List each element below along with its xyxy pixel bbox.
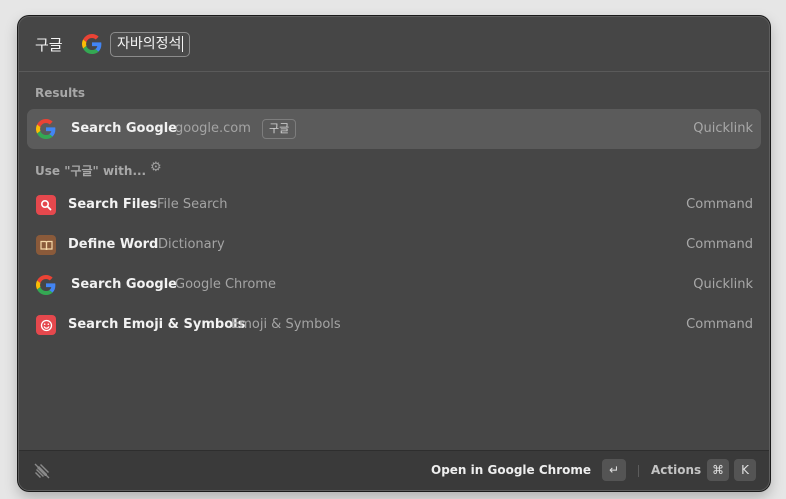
command-type: Command xyxy=(686,197,753,212)
launcher-window: 구글 자바의정석 Results Search Google google.co… xyxy=(18,16,770,491)
argument-input[interactable]: 자바의정석 xyxy=(110,32,191,57)
query-keyword: 구글 xyxy=(35,36,63,54)
command-type: Command xyxy=(686,317,753,332)
command-subtitle: Dictionary xyxy=(158,237,225,252)
command-row-search-files[interactable]: Search Files File Search Command xyxy=(27,185,761,225)
primary-action-label[interactable]: Open in Google Chrome xyxy=(431,463,591,477)
results-section-title: Results xyxy=(35,86,86,100)
command-title: Define Word xyxy=(68,237,159,252)
command-type: Command xyxy=(686,237,753,252)
google-icon xyxy=(82,34,102,54)
command-type: Quicklink xyxy=(693,277,753,292)
command-subtitle: File Search xyxy=(157,197,228,212)
command-row-search-google[interactable]: Search Google Google Chrome Quicklink xyxy=(27,265,761,305)
enter-key: ↵ xyxy=(602,459,626,481)
google-icon xyxy=(36,275,56,295)
smiley-icon xyxy=(36,315,56,335)
k-key: K xyxy=(734,459,756,481)
book-icon xyxy=(36,235,56,255)
action-bar: Open in Google Chrome ↵ Actions ⌘ K xyxy=(19,450,769,490)
gear-icon[interactable]: ⚙ xyxy=(150,160,162,175)
result-title: Search Google xyxy=(71,121,177,136)
use-with-section-title: Use "구글" with... xyxy=(35,164,147,178)
command-title: Search Emoji & Symbols xyxy=(68,317,246,332)
command-title: Search Google xyxy=(71,277,177,292)
text-caret xyxy=(182,36,184,52)
command-key: ⌘ xyxy=(707,459,729,481)
command-title: Search Files xyxy=(68,197,158,212)
footer-separator xyxy=(638,465,639,477)
command-subtitle: Google Chrome xyxy=(175,277,276,292)
raycast-logo-icon xyxy=(32,461,52,481)
result-subtitle: google.com xyxy=(175,121,251,136)
result-type: Quicklink xyxy=(693,121,753,136)
command-row-search-emoji[interactable]: Search Emoji & Symbols Emoji & Symbols C… xyxy=(27,305,761,345)
argument-value: 자바의정석 xyxy=(117,36,182,52)
search-bar[interactable]: 구글 자바의정석 xyxy=(19,17,769,72)
magnifier-icon xyxy=(36,195,56,215)
result-row-search-google[interactable]: Search Google google.com 구글 Quicklink xyxy=(27,109,761,149)
actions-label[interactable]: Actions xyxy=(651,463,701,477)
command-subtitle: Emoji & Symbols xyxy=(231,317,341,332)
keyword-tag: 구글 xyxy=(262,119,297,139)
google-icon xyxy=(36,119,56,139)
command-row-define-word[interactable]: Define Word Dictionary Command xyxy=(27,225,761,265)
